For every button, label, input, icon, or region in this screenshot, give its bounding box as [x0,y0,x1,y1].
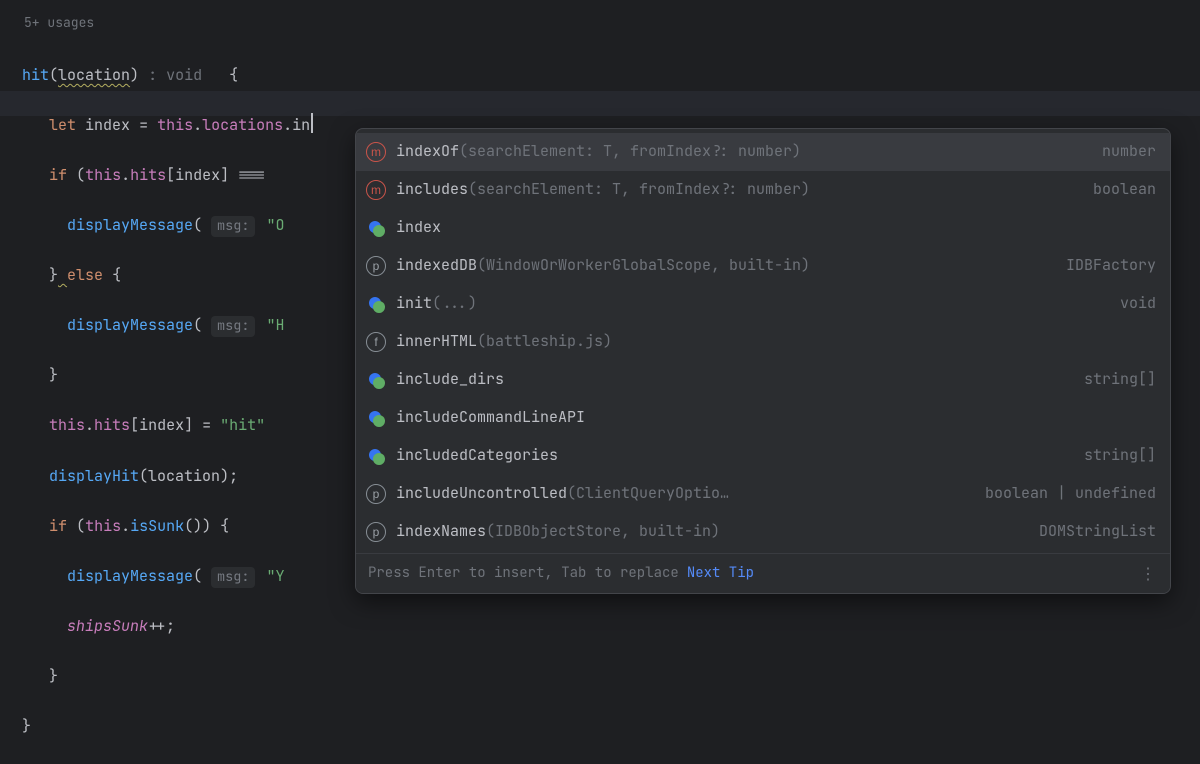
method-icon: m [366,180,386,200]
completion-footer: Press Enter to insert, Tab to replace Ne… [356,553,1170,593]
completion-label: index [396,215,1132,240]
let-kw: let [49,115,76,135]
variable-icon [366,370,386,390]
variable-icon [366,446,386,466]
completion-type: void [1106,291,1156,316]
next-tip-link[interactable]: Next Tip [687,562,754,585]
footer-hint: Press Enter to insert, Tab to replace [368,562,679,585]
completion-label: includedCategories [396,443,1060,468]
variable-icon [366,294,386,314]
param-hint: msg: [211,567,255,588]
completion-item[interactable]: include_dirs string[] [356,361,1170,399]
code-line: shipsSunk++; [22,614,1200,639]
completion-type: number [1088,139,1156,164]
completion-popup[interactable]: m indexOf(searchElement: T, fromIndex?: n… [355,128,1171,594]
completion-item[interactable]: f innerHTML (battleship.js) [356,323,1170,361]
usages-hint: 5+ usages [22,12,1200,34]
text-caret [311,113,313,133]
completion-type: string[] [1070,443,1156,468]
property-icon: p [366,522,386,542]
completion-label: includes(searchElement: T, fromIndex?: n… [396,177,1069,202]
variable-icon [366,408,386,428]
more-icon[interactable]: ⋮ [1140,569,1158,579]
completion-item[interactable]: includeCommandLineAPI [356,399,1170,437]
method-icon: m [366,142,386,162]
completion-item[interactable]: index [356,209,1170,247]
completion-label: include_dirs [396,367,1060,392]
property-icon: p [366,484,386,504]
completion-item[interactable]: m includes(searchElement: T, fromIndex?: … [356,171,1170,209]
completion-type: string[] [1070,367,1156,392]
completion-label: includeCommandLineAPI [396,405,1132,430]
completion-item[interactable]: p indexNames (IDBObjectStore, built-in) DO… [356,513,1170,551]
fn-param: location [58,65,130,85]
property-icon: p [366,256,386,276]
field-icon: f [366,332,386,352]
this-kw: this [157,115,193,135]
completion-label: indexedDB (WindowOrWorkerGlobalScope, bu… [396,253,1042,278]
param-hint: msg: [211,216,255,237]
completion-label: indexOf(searchElement: T, fromIndex?: nu… [396,139,1078,164]
completion-type: IDBFactory [1052,253,1156,278]
completion-type: boolean [1079,177,1156,202]
completion-label: indexNames (IDBObjectStore, built-in) [396,519,1015,544]
completion-item[interactable]: m indexOf(searchElement: T, fromIndex?: n… [356,133,1170,171]
code-line: } [22,714,1200,739]
completion-type: boolean | undefined [971,481,1156,506]
completion-list[interactable]: m indexOf(searchElement: T, fromIndex?: n… [356,129,1170,553]
completion-type: DOMStringList [1025,519,1156,544]
variable-icon [366,218,386,238]
completion-label: innerHTML (battleship.js) [396,329,1132,354]
param-hint: msg: [211,316,255,337]
completion-label: includeUncontrolled (ClientQueryOptio… [396,481,961,506]
fn-name: hit [22,65,49,85]
completion-item[interactable]: p indexedDB (WindowOrWorkerGlobalScope, b… [356,247,1170,285]
completion-item[interactable]: includedCategories string[] [356,437,1170,475]
completion-label: init(...) [396,291,1096,316]
code-line: hit(location) : void { [22,63,1200,88]
code-line: } [22,664,1200,689]
return-type-hint: : void [139,65,202,85]
completion-item[interactable]: init(...) void [356,285,1170,323]
completion-item[interactable]: p includeUncontrolled (ClientQueryOptio… b… [356,475,1170,513]
